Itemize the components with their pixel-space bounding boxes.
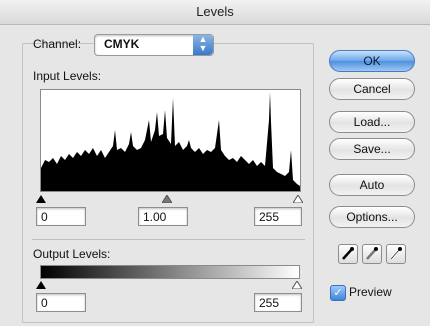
window-title: Levels: [0, 0, 430, 25]
divider: [32, 239, 305, 240]
select-arrows-icon: ▲ ▼: [193, 35, 213, 55]
histogram-shape: [41, 92, 300, 191]
input-white-slider-handle[interactable]: [292, 192, 304, 206]
white-eyedropper-icon[interactable]: [386, 244, 406, 264]
output-white-field[interactable]: 255: [254, 293, 302, 312]
input-gamma-field[interactable]: 1.00: [138, 207, 188, 226]
input-black-slider-handle[interactable]: [36, 192, 46, 206]
output-gradient-bar: [40, 265, 300, 279]
output-black-slider-handle[interactable]: [36, 278, 46, 292]
histogram-graph: [41, 92, 300, 191]
preview-checkbox[interactable]: ✓: [330, 285, 346, 301]
load-button[interactable]: Load...: [329, 111, 415, 133]
channel-label: Channel:: [33, 37, 82, 51]
output-white-slider-handle[interactable]: [291, 278, 303, 292]
cancel-button[interactable]: Cancel: [329, 78, 415, 100]
channel-select[interactable]: CMYK ▲ ▼: [94, 34, 214, 56]
histogram: [40, 89, 301, 192]
output-black-field[interactable]: 0: [36, 293, 86, 312]
black-eyedropper-icon[interactable]: [338, 244, 358, 264]
save-button[interactable]: Save...: [329, 138, 415, 160]
input-levels-label: Input Levels:: [33, 69, 102, 83]
input-gamma-slider-handle[interactable]: [161, 192, 173, 206]
output-levels-label: Output Levels:: [33, 247, 111, 261]
ok-button[interactable]: OK: [329, 50, 415, 72]
options-button[interactable]: Options...: [329, 206, 415, 228]
channel-value: CMYK: [104, 37, 140, 51]
preview-label: Preview: [349, 285, 392, 299]
auto-button[interactable]: Auto: [329, 174, 415, 196]
gray-eyedropper-icon[interactable]: [362, 244, 382, 264]
input-white-field[interactable]: 255: [254, 207, 302, 226]
input-black-field[interactable]: 0: [36, 207, 86, 226]
